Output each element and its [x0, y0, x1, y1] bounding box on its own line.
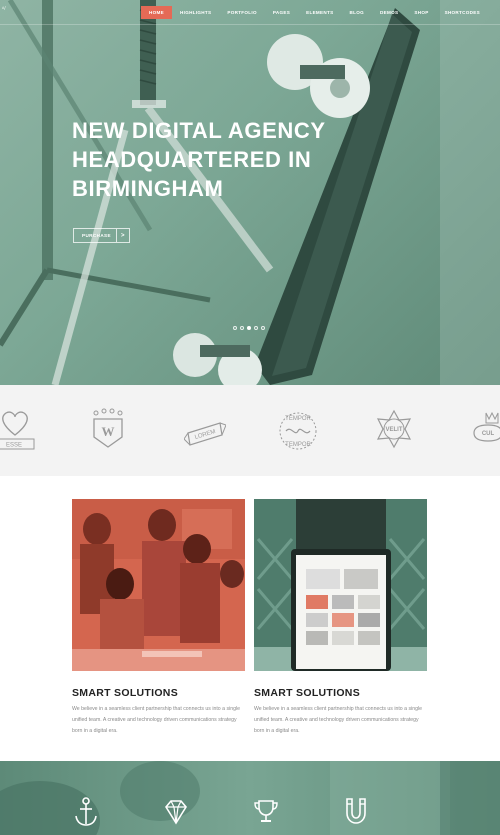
- feature-card: SMART SOLUTIONS We believe in a seamless…: [72, 499, 245, 734]
- hero-title-line: NEW DIGITAL AGENCY: [72, 118, 326, 143]
- slider-dot-active[interactable]: [247, 326, 251, 330]
- hero-title-line: BIRMINGHAM: [72, 176, 224, 202]
- logo-text: TEMPOR: [285, 442, 311, 448]
- card-title: SMART SOLUTIONS: [254, 687, 360, 699]
- tablet-photo[interactable]: [254, 499, 427, 671]
- logo-text: ESSE: [6, 443, 22, 449]
- nav-item-elements[interactable]: ELEMENTS: [298, 6, 341, 19]
- nav-item-highlights[interactable]: HIGHLIGHTS: [172, 6, 219, 19]
- hero-slider: ᴬ/ HOME HIGHLIGHTS PORTFOLIO PAGES ELEME…: [0, 0, 500, 385]
- card-description: We believe in a seamless client partners…: [72, 706, 241, 734]
- nav-item-demos[interactable]: DEMOS: [372, 6, 406, 19]
- nav-item-blog[interactable]: BLOG: [342, 6, 372, 19]
- chevron-right-icon: >: [116, 229, 129, 242]
- purchase-button-label: PURCHASE: [82, 233, 111, 238]
- top-navigation: ᴬ/ HOME HIGHLIGHTS PORTFOLIO PAGES ELEME…: [0, 6, 500, 20]
- nav-item-pages[interactable]: PAGES: [265, 6, 298, 19]
- anchor-icon: [75, 797, 97, 826]
- w-crest-logo[interactable]: W: [88, 403, 128, 459]
- nav-item-shortcodes[interactable]: SHORTCODES: [437, 6, 488, 19]
- team-photo[interactable]: [72, 499, 245, 671]
- lorem-ribbon-logo[interactable]: LOREM: [184, 403, 226, 459]
- hero-title: NEW DIGITAL AGENCY HEADQUARTERED IN BIRM…: [72, 116, 392, 203]
- logo-text: VELIT: [385, 427, 402, 433]
- hero-title-line: HEADQUARTERED IN: [72, 147, 312, 173]
- client-logos-strip: ESSE W LOREM TEMPOR TEMPOR VELIT CUL: [0, 385, 500, 476]
- slider-dot[interactable]: [240, 326, 244, 330]
- slider-dot[interactable]: [261, 326, 265, 330]
- feature-card: SMART SOLUTIONS We believe in a seamless…: [254, 499, 427, 734]
- logo-text: LOREM: [194, 429, 216, 441]
- brand-logo[interactable]: ᴬ/: [2, 6, 6, 12]
- heart-logo[interactable]: ESSE: [0, 403, 38, 459]
- nav-item-portfolio[interactable]: PORTFOLIO: [219, 6, 265, 19]
- main-menu: HOME HIGHLIGHTS PORTFOLIO PAGES ELEMENTS…: [141, 6, 488, 19]
- slider-pagination: [233, 326, 265, 330]
- nav-item-shop[interactable]: SHOP: [406, 6, 436, 19]
- features-band: [0, 761, 500, 835]
- trophy-icon: [254, 800, 278, 822]
- nav-item-home[interactable]: HOME: [141, 6, 173, 19]
- magnet-icon: [346, 798, 366, 824]
- card-description: We believe in a seamless client partners…: [254, 706, 423, 734]
- diamond-icon: [165, 800, 187, 825]
- card-title: SMART SOLUTIONS: [72, 687, 178, 699]
- slider-dot[interactable]: [254, 326, 258, 330]
- cul-crown-logo[interactable]: CUL: [468, 403, 500, 459]
- tempor-seal-logo[interactable]: TEMPOR TEMPOR: [277, 403, 319, 459]
- logo-text: CUL: [482, 431, 495, 437]
- velit-badge-logo[interactable]: VELIT: [372, 403, 416, 459]
- logo-text: TEMPOR: [285, 416, 311, 422]
- nav-divider: [0, 24, 500, 25]
- purchase-button[interactable]: PURCHASE >: [73, 228, 130, 243]
- logo-text: W: [102, 424, 115, 439]
- slider-dot[interactable]: [233, 326, 237, 330]
